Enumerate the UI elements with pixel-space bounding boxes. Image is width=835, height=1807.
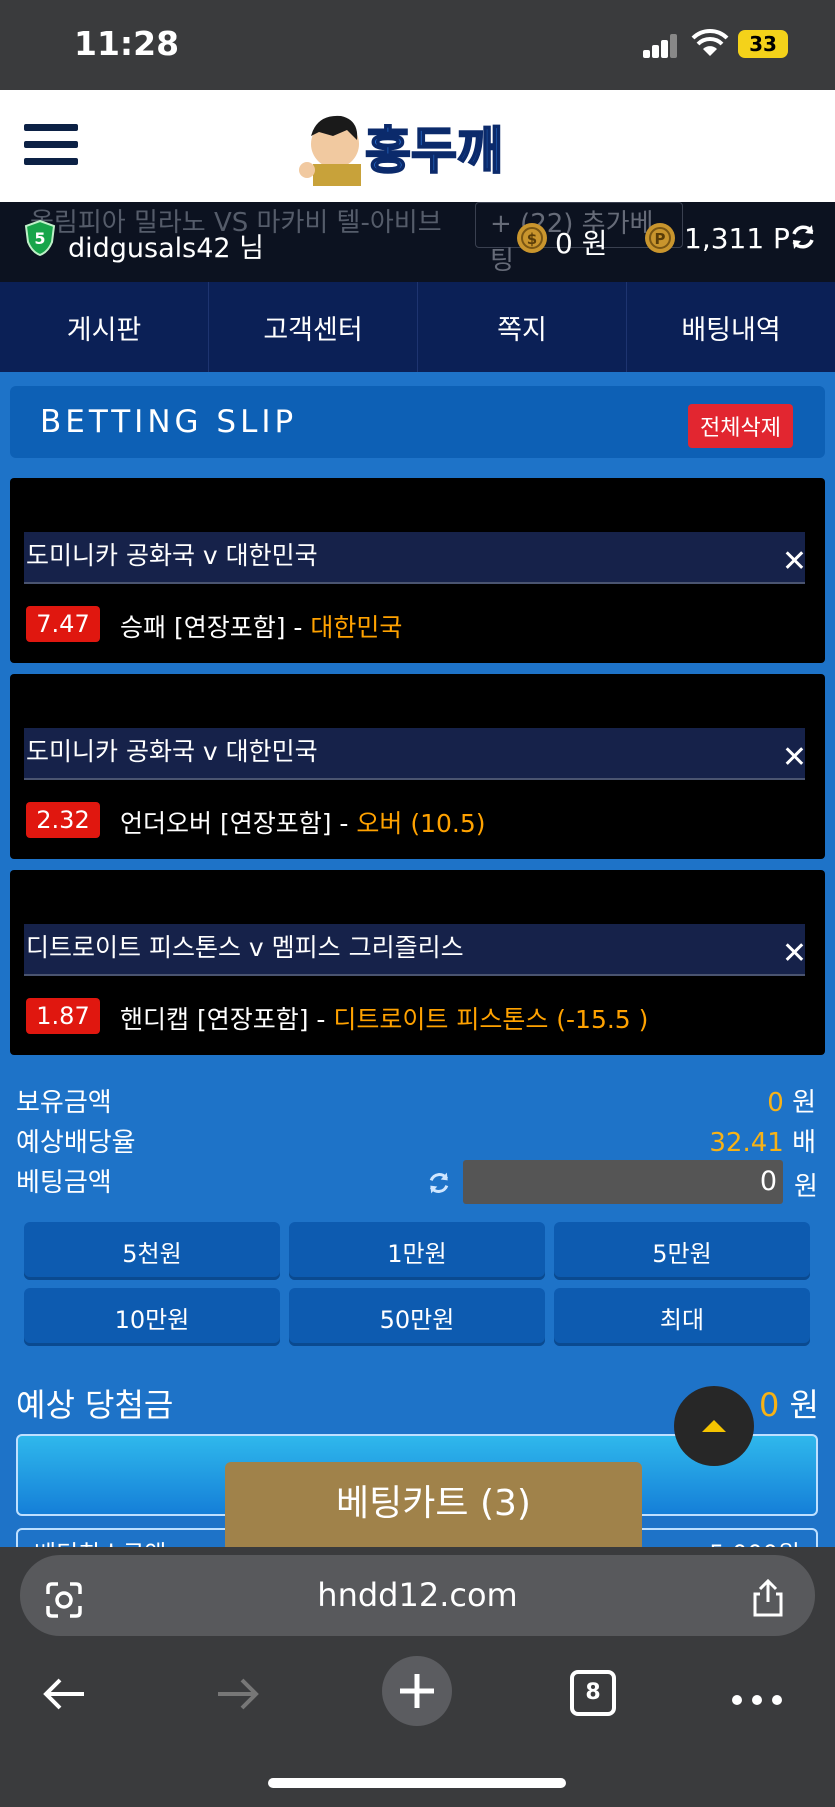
svg-text:$: $: [527, 230, 537, 248]
bet-odds: 2.32: [26, 802, 100, 838]
market-label: 핸디캡 [연장포함] -: [120, 1005, 334, 1034]
balance-value: 0: [767, 1088, 784, 1118]
bet-match: 디트로이트 피스톤스 v 멤피스 그리즐리스: [24, 924, 805, 976]
balance-value-group: 0 원: [767, 1082, 816, 1119]
balance-row: 보유금액 0 원: [16, 1082, 816, 1119]
bet-odds: 7.47: [26, 606, 100, 642]
chevron-up-icon: [702, 1420, 726, 1432]
cash-coin-icon: $: [517, 223, 547, 253]
forward-arrow-icon[interactable]: [214, 1674, 262, 1714]
nav-bet-history[interactable]: 배팅내역: [627, 282, 835, 372]
scroll-top-button[interactable]: [674, 1386, 754, 1466]
bet-pick: 대한민국: [310, 613, 403, 642]
bet-card: 디트로이트 피스톤스 v 멤피스 그리즐리스 ✕ 1.87 핸디캡 [연장포함]…: [10, 870, 825, 1055]
wifi-icon: [691, 28, 729, 56]
odds-label: 예상배당율: [16, 1128, 136, 1158]
amount-5k-button[interactable]: 5천원: [24, 1222, 280, 1280]
level-shield-icon: 5: [24, 220, 56, 256]
amount-500k-button[interactable]: 50만원: [289, 1288, 545, 1346]
market-label: 언더오버 [연장포함] -: [120, 809, 357, 838]
balance-unit: 원: [792, 1088, 816, 1118]
bet-odds: 1.87: [26, 998, 100, 1034]
remove-bet-icon[interactable]: ✕: [782, 936, 807, 971]
bet-market: 핸디캡 [연장포함] - 디트로이트 피스톤스 (-15.5 ): [120, 1000, 648, 1036]
amount-100k-button[interactable]: 10만원: [24, 1288, 280, 1346]
home-indicator: [268, 1778, 566, 1788]
bet-card: 도미니카 공화국 v 대한민국 ✕ 2.32 언더오버 [연장포함] - 오버 …: [10, 674, 825, 859]
betting-slip-header: BETTING SLIP 전체삭제: [10, 386, 825, 458]
svg-text:5: 5: [34, 229, 45, 248]
nav-messages[interactable]: 쪽지: [418, 282, 627, 372]
expected-win-unit: 원: [789, 1386, 819, 1424]
betting-cart-button[interactable]: 베팅카트 (3): [225, 1462, 642, 1548]
status-time: 11:28: [74, 24, 180, 63]
bet-market: 언더오버 [연장포함] - 오버 (10.5): [120, 804, 486, 840]
amount-10k-button[interactable]: 1만원: [289, 1222, 545, 1280]
delete-all-button[interactable]: 전체삭제: [688, 404, 793, 448]
nav-customer-center[interactable]: 고객센터: [209, 282, 418, 372]
url-text[interactable]: hndd12.com: [0, 1576, 835, 1614]
odds-unit: 배: [792, 1128, 816, 1158]
market-label: 승패 [연장포함] -: [120, 613, 311, 642]
bet-amount-unit: 원: [794, 1172, 818, 1202]
nav-board[interactable]: 게시판: [0, 282, 209, 372]
bet-card: 도미니카 공화국 v 대한민국 ✕ 7.47 승패 [연장포함] - 대한민국: [10, 478, 825, 663]
back-arrow-icon[interactable]: [40, 1674, 88, 1714]
reset-amount-icon[interactable]: [426, 1170, 452, 1196]
bet-pick: 오버 (10.5): [356, 809, 486, 838]
menu-icon[interactable]: [24, 124, 78, 170]
point-coin-icon: P: [645, 223, 675, 253]
expected-win-label: 예상 당첨금: [16, 1386, 174, 1424]
bet-amount-label: 베팅금액: [16, 1168, 112, 1198]
bet-match: 도미니카 공화국 v 대한민국: [24, 532, 805, 584]
bet-pick: 디트로이트 피스톤스 (-15.5 ): [333, 1005, 649, 1034]
username[interactable]: didgusals42 님: [68, 226, 264, 265]
bet-market: 승패 [연장포함] - 대한민국: [120, 608, 402, 644]
amount-max-button[interactable]: 최대: [554, 1288, 810, 1346]
expected-win-value: 0: [759, 1386, 780, 1424]
odds-row: 예상배당율 32.41 배: [16, 1122, 816, 1159]
main-nav: 게시판 고객센터 쪽지 배팅내역: [0, 282, 835, 372]
remove-bet-icon[interactable]: ✕: [782, 740, 807, 775]
betting-slip-title: BETTING SLIP: [40, 404, 298, 440]
balance-label: 보유금액: [16, 1088, 112, 1118]
expected-win-value-group: 0 원: [759, 1380, 819, 1426]
point-balance: 1,311 P: [684, 222, 790, 255]
more-icon[interactable]: [732, 1690, 792, 1709]
total-odds-value: 32.41: [709, 1128, 784, 1158]
cash-balance: 0 원: [555, 227, 608, 260]
remove-bet-icon[interactable]: ✕: [782, 544, 807, 579]
amount-50k-button[interactable]: 5만원: [554, 1222, 810, 1280]
google-lens-icon[interactable]: [44, 1580, 84, 1620]
refresh-points-icon[interactable]: [788, 222, 818, 252]
new-tab-button[interactable]: [382, 1656, 452, 1726]
tabs-button[interactable]: 8: [570, 1670, 616, 1716]
site-logo[interactable]: 홍두깨: [295, 108, 540, 186]
odds-value-group: 32.41 배: [709, 1122, 816, 1159]
plus-icon: [400, 1674, 434, 1708]
svg-text:홍두깨: 홍두깨: [365, 122, 503, 180]
bet-match: 도미니카 공화국 v 대한민국: [24, 728, 805, 780]
bet-amount-input[interactable]: 0: [463, 1160, 783, 1204]
share-icon[interactable]: [750, 1578, 786, 1618]
signal-icon: [643, 34, 679, 58]
battery-icon: 33: [738, 30, 788, 58]
svg-text:P: P: [655, 230, 666, 248]
